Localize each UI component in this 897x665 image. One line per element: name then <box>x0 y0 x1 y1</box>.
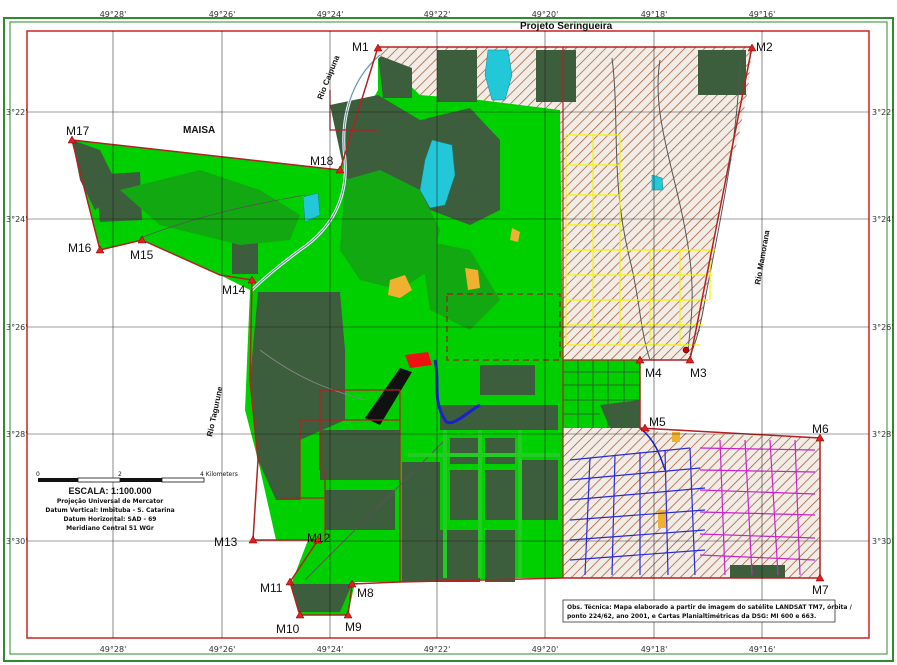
coord-label: 49°26' <box>209 645 236 654</box>
marker-m16: M16 <box>68 241 92 255</box>
marker-m17: M17 <box>66 124 90 138</box>
marker-m5: M5 <box>649 415 666 429</box>
scale-tick: 0 <box>36 471 40 478</box>
coord-label: 49°26' <box>209 10 236 19</box>
marker-m6: M6 <box>812 422 829 436</box>
marker-m18: M18 <box>310 154 334 168</box>
coord-label: 3°22' <box>6 108 27 117</box>
coord-label: 3°24' <box>872 215 893 224</box>
scale-tick: 2 <box>118 471 122 478</box>
marker-m7: M7 <box>812 583 829 597</box>
coord-label: 3°30' <box>872 537 893 546</box>
marker-m15: M15 <box>130 248 154 262</box>
coord-label: 49°18' <box>641 645 668 654</box>
point-m3-icon <box>682 346 690 354</box>
coord-label: 3°26' <box>872 323 893 332</box>
marker-m1: M1 <box>352 40 369 54</box>
marker-m12: M12 <box>307 531 331 545</box>
marker-m10: M10 <box>276 622 300 636</box>
maisa-label: MAISA <box>183 125 215 136</box>
marker-m11: M11 <box>260 581 283 595</box>
meridian-text: Meridiano Central 51 WGr <box>66 525 154 532</box>
scale-tick: 4 Kilometers <box>200 471 238 478</box>
coord-label: 49°16' <box>749 10 776 19</box>
technical-note-line-2: ponto 224/62, ano 2001, e Cartas Planial… <box>567 613 816 620</box>
coord-label: 3°26' <box>6 323 27 332</box>
coord-label: 3°28' <box>6 430 27 439</box>
coord-label: 49°20' <box>532 645 559 654</box>
coord-label: 49°28' <box>100 645 127 654</box>
datum-vertical-text: Datum Vertical: Imbituba - S. Catarina <box>45 507 174 514</box>
coord-label: 3°24' <box>6 215 27 224</box>
coord-label: 49°22' <box>424 645 451 654</box>
projection-text: Projeção Universal de Mercator <box>57 498 163 505</box>
coord-label: 3°22' <box>872 108 893 117</box>
coord-label: 49°16' <box>749 645 776 654</box>
marker-m2: M2 <box>756 40 773 54</box>
coord-label: 49°24' <box>317 10 344 19</box>
coord-label: 49°24' <box>317 645 344 654</box>
coord-label: 49°28' <box>100 10 127 19</box>
scale-text: ESCALA: 1:100.000 <box>68 486 151 496</box>
coord-label: 3°30' <box>6 537 27 546</box>
coord-label: 49°18' <box>641 10 668 19</box>
marker-m14: M14 <box>222 283 246 297</box>
project-title: Projeto Seringueira <box>520 21 613 32</box>
coord-label: 49°22' <box>424 10 451 19</box>
map-canvas: 49°28' 49°26' 49°24' 49°22' 49°20' 49°18… <box>3 10 894 662</box>
marker-m3: M3 <box>690 366 707 380</box>
coord-label: 3°28' <box>872 430 893 439</box>
coord-label: 49°20' <box>532 10 559 19</box>
marker-m9: M9 <box>345 620 362 634</box>
marker-m8: M8 <box>357 586 374 600</box>
marker-m4: M4 <box>645 366 662 380</box>
hatched-area-southeast <box>563 428 820 578</box>
technical-note-line-1: Obs. Técnica: Mapa elaborado a partir de… <box>567 604 853 611</box>
marker-m13: M13 <box>214 535 238 549</box>
datum-horizontal-text: Datum Horizontal: SAD - 69 <box>64 516 157 523</box>
